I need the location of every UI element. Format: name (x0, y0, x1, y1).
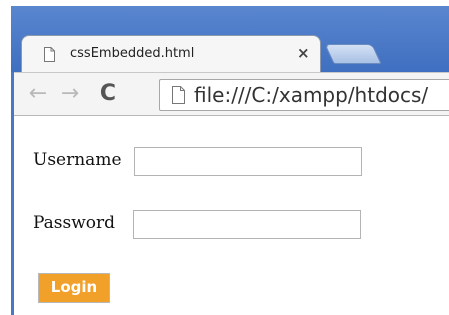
password-label: Password (33, 213, 116, 233)
tab-title: cssEmbedded.html (70, 46, 195, 61)
address-url: file:///C:/xampp/htdocs/ (194, 83, 429, 107)
address-bar[interactable]: file:///C:/xampp/htdocs/ (159, 79, 449, 111)
browser-tab[interactable]: cssEmbedded.html × (21, 35, 321, 72)
close-tab-icon[interactable]: × (297, 44, 310, 62)
login-button[interactable]: Login (38, 273, 110, 303)
forward-arrow-icon[interactable]: → (57, 81, 83, 107)
reload-icon[interactable]: C (95, 81, 121, 107)
browser-window: cssEmbedded.html × ← → C file:///C:/xamp… (11, 6, 449, 315)
username-label: Username (33, 150, 122, 170)
page-icon (44, 47, 55, 62)
back-arrow-icon[interactable]: ← (25, 81, 51, 107)
title-bar: cssEmbedded.html × (11, 6, 449, 72)
page-content: Username Password Login (14, 116, 449, 315)
password-field[interactable] (133, 210, 361, 239)
username-field[interactable] (134, 147, 362, 176)
toolbar: ← → C file:///C:/xampp/htdocs/ (11, 72, 449, 116)
page-icon (172, 86, 185, 104)
new-tab-button[interactable] (324, 44, 382, 64)
